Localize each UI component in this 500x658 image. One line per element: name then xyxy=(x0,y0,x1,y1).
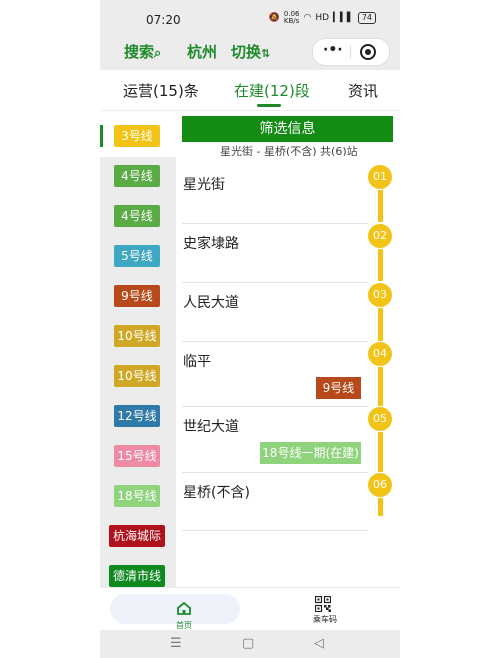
sidebar-item-line4[interactable]: 4号线 xyxy=(114,165,160,187)
sidebar-item-line5[interactable]: 5号线 xyxy=(114,245,160,267)
route-line-segment xyxy=(378,498,383,516)
capsule-divider xyxy=(350,45,351,59)
station-divider xyxy=(182,341,368,342)
nav-ride-label: 乘车码 xyxy=(313,615,337,624)
station-name[interactable]: 史家埭路 xyxy=(183,233,239,253)
swap-icon: ⇅ xyxy=(261,47,271,60)
station-divider xyxy=(182,406,368,407)
sidebar-item-deqing[interactable]: 德清市线 xyxy=(109,565,165,587)
tab-bar: 运营(15)条 在建(12)段 资讯 xyxy=(100,70,400,111)
station-divider xyxy=(182,530,368,531)
network-speed: 0.06 KB/s xyxy=(283,10,300,25)
close-miniapp-icon[interactable] xyxy=(360,44,376,60)
status-icons: 🔕 0.06 KB/s ◠ HD ▎▍▌ 74 xyxy=(269,11,376,25)
system-nav-bar: ☰ ▢ ◁ xyxy=(100,630,400,658)
station-name[interactable]: 人民大道 xyxy=(183,292,239,312)
sidebar-item-line15[interactable]: 15号线 xyxy=(114,445,160,467)
switch-label: 切换 xyxy=(231,43,262,61)
mute-icon: 🔕 xyxy=(268,13,280,23)
station-name[interactable]: 星光街 xyxy=(183,174,225,194)
station-divider xyxy=(182,472,368,473)
qr-code-icon xyxy=(315,596,331,612)
route-summary: 星光街 - 星桥(不含) 共(6)站 xyxy=(220,145,358,156)
bottom-nav: 首页 乘车码 xyxy=(100,587,400,630)
switch-city-button[interactable]: 切换⇅ xyxy=(231,41,270,62)
sidebar-item-line10[interactable]: 10号线 xyxy=(114,325,160,347)
home-square-icon[interactable]: ▢ xyxy=(242,636,254,651)
station-divider xyxy=(182,223,368,224)
search-label: 搜索 xyxy=(124,43,155,61)
station-name[interactable]: 临平 xyxy=(183,351,211,371)
line-sidebar: 3号线 4号线 4号线 5号线 9号线 10号线 10号线 12号线 15号线 … xyxy=(100,115,176,590)
signal-icon: ▎▍▌ xyxy=(333,13,354,23)
station-number-badge: 06 xyxy=(368,473,392,497)
nav-home[interactable]: 首页 xyxy=(110,594,240,630)
station-number-badge: 04 xyxy=(368,342,392,366)
search-button[interactable]: 搜索⌕ xyxy=(124,41,161,62)
top-bar: 搜索⌕ 杭州 切换⇅ ·•· xyxy=(100,34,400,70)
sidebar-item-line9[interactable]: 9号线 xyxy=(114,285,160,307)
sidebar-active-marker xyxy=(100,125,103,147)
filter-button[interactable]: 筛选信息 xyxy=(182,116,393,142)
station-number-badge: 01 xyxy=(368,165,392,189)
miniapp-capsule: ·•· xyxy=(312,38,390,66)
station-name[interactable]: 世纪大道 xyxy=(183,416,239,436)
sidebar-item-line12[interactable]: 12号线 xyxy=(114,405,160,427)
sidebar-item-line4b[interactable]: 4号线 xyxy=(114,205,160,227)
transfer-tag-line18[interactable]: 18号线一期(在建) xyxy=(260,442,361,464)
sidebar-item-hanghai[interactable]: 杭海城际 xyxy=(109,525,165,547)
route-line-segment xyxy=(378,308,383,341)
tab-under-construction[interactable]: 在建(12)段 xyxy=(234,80,310,101)
battery-icon: 74 xyxy=(357,12,376,24)
station-number-badge: 03 xyxy=(368,283,392,307)
search-icon: ⌕ xyxy=(154,46,162,61)
sidebar-item-line18[interactable]: 18号线 xyxy=(114,485,160,507)
active-tab-indicator xyxy=(257,104,281,107)
back-icon[interactable]: ◁ xyxy=(314,636,324,651)
sidebar-item-line3[interactable]: 3号线 xyxy=(114,125,160,147)
route-line-segment xyxy=(378,432,383,472)
tab-operating[interactable]: 运营(15)条 xyxy=(123,80,199,101)
signal-label: HD xyxy=(315,13,330,23)
city-label[interactable]: 杭州 xyxy=(187,41,217,62)
phone-screen: 07:20 🔕 0.06 KB/s ◠ HD ▎▍▌ 74 搜索⌕ 杭州 切换⇅… xyxy=(100,0,400,658)
menu-icon[interactable]: ☰ xyxy=(170,636,182,651)
more-icon[interactable]: ·•· xyxy=(323,42,343,58)
route-line-segment xyxy=(378,190,383,222)
home-icon xyxy=(177,602,191,615)
station-name[interactable]: 星桥(不含) xyxy=(183,482,250,502)
wifi-icon: ◠ xyxy=(303,13,312,23)
tab-news[interactable]: 资讯 xyxy=(348,80,378,101)
transfer-tag-line9[interactable]: 9号线 xyxy=(316,377,361,399)
status-time: 07:20 xyxy=(146,13,181,27)
station-number-badge: 02 xyxy=(368,224,392,248)
sidebar-item-line10b[interactable]: 10号线 xyxy=(114,365,160,387)
station-divider xyxy=(182,282,368,283)
route-line-segment xyxy=(378,249,383,281)
route-line-segment xyxy=(378,367,383,406)
station-number-badge: 05 xyxy=(368,407,392,431)
status-bar: 07:20 🔕 0.06 KB/s ◠ HD ▎▍▌ 74 xyxy=(100,0,400,34)
